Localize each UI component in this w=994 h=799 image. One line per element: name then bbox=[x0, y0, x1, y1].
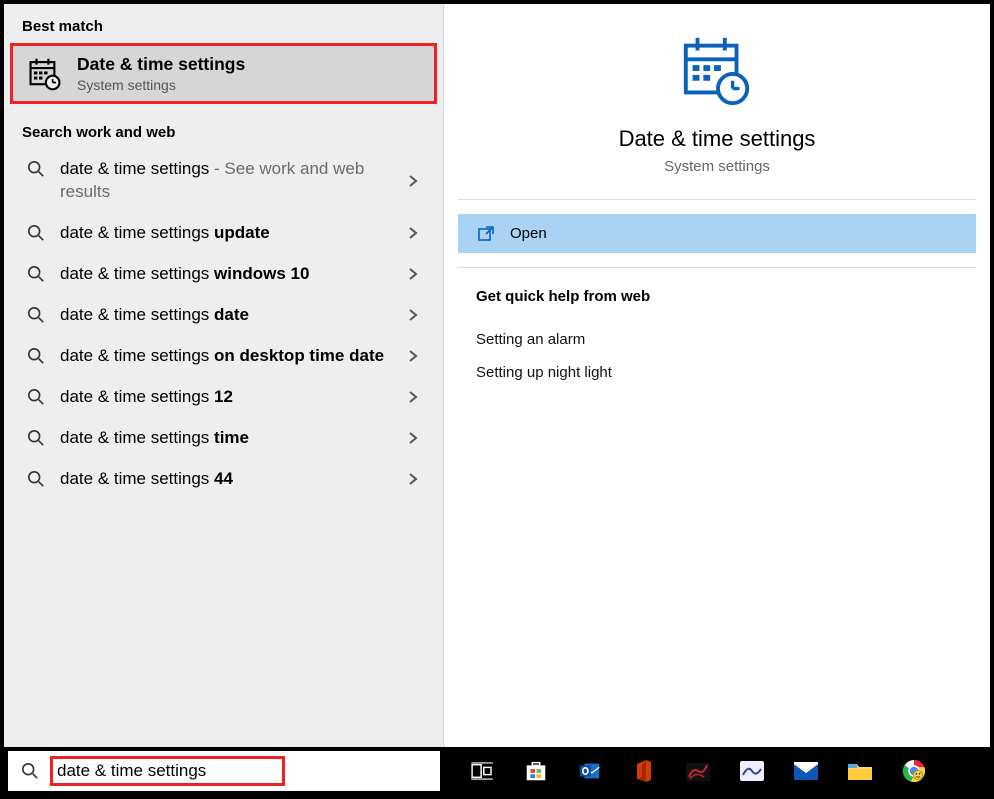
chevron-right-icon bbox=[401, 267, 425, 281]
search-suggestion[interactable]: date & time settings on desktop time dat… bbox=[10, 336, 437, 377]
quick-help-header: Get quick help from web bbox=[476, 288, 958, 305]
search-icon bbox=[22, 158, 50, 178]
chevron-right-icon bbox=[401, 226, 425, 240]
search-suggestion[interactable]: date & time settings 12 bbox=[10, 377, 437, 418]
search-suggestions-list: date & time settings - See work and web … bbox=[4, 149, 443, 499]
best-match-title: Date & time settings bbox=[77, 54, 245, 75]
generic-app-icon[interactable] bbox=[728, 749, 776, 793]
chrome-icon[interactable] bbox=[890, 749, 938, 793]
chevron-right-icon bbox=[401, 349, 425, 363]
suggestion-text: date & time settings update bbox=[60, 222, 401, 245]
preview-title: Date & time settings bbox=[619, 126, 816, 152]
suggestion-text: date & time settings date bbox=[60, 304, 401, 327]
quick-help-section: Get quick help from web Setting an alarm… bbox=[444, 268, 990, 409]
chevron-right-icon bbox=[401, 390, 425, 404]
search-section-header: Search work and web bbox=[4, 110, 443, 149]
search-suggestion[interactable]: date & time settings time bbox=[10, 418, 437, 459]
suggestion-text: date & time settings on desktop time dat… bbox=[60, 345, 401, 368]
microsoft-store-icon[interactable] bbox=[512, 749, 560, 793]
search-input[interactable] bbox=[57, 761, 278, 781]
search-suggestion[interactable]: date & time settings update bbox=[10, 213, 437, 254]
preview-hero: Date & time settings System settings bbox=[444, 4, 990, 199]
chevron-right-icon bbox=[401, 308, 425, 322]
suggestion-text: date & time settings 12 bbox=[60, 386, 401, 409]
search-suggestion[interactable]: date & time settings date bbox=[10, 295, 437, 336]
best-match-result[interactable]: Date & time settings System settings bbox=[10, 43, 437, 104]
suggestion-text: date & time settings windows 10 bbox=[60, 263, 401, 286]
outlook-icon[interactable] bbox=[566, 749, 614, 793]
suggestion-text: date & time settings 44 bbox=[60, 468, 401, 491]
dragon-app-icon[interactable] bbox=[674, 749, 722, 793]
search-icon bbox=[22, 468, 50, 488]
quick-help-link[interactable]: Setting an alarm bbox=[476, 323, 958, 356]
suggestion-text: date & time settings - See work and web … bbox=[60, 158, 401, 204]
search-suggestion[interactable]: date & time settings - See work and web … bbox=[10, 149, 437, 213]
divider bbox=[458, 199, 976, 200]
taskbar-search-box[interactable] bbox=[8, 751, 440, 791]
open-external-icon bbox=[478, 226, 496, 242]
suggestion-text: date & time settings time bbox=[60, 427, 401, 450]
date-time-large-icon bbox=[678, 32, 756, 110]
taskbar bbox=[4, 747, 990, 795]
best-match-header: Best match bbox=[4, 4, 443, 43]
search-icon bbox=[22, 386, 50, 406]
preview-panel: Date & time settings System settings Ope… bbox=[444, 4, 990, 747]
mail-icon[interactable] bbox=[782, 749, 830, 793]
search-icon bbox=[22, 427, 50, 447]
search-icon bbox=[22, 345, 50, 365]
chevron-right-icon bbox=[401, 472, 425, 486]
search-icon bbox=[22, 222, 50, 242]
date-time-icon bbox=[27, 56, 63, 92]
search-icon bbox=[22, 263, 50, 283]
search-icon bbox=[18, 762, 42, 780]
preview-subtitle: System settings bbox=[664, 158, 770, 175]
task-view-icon[interactable] bbox=[458, 749, 506, 793]
search-results-panel: Best match bbox=[4, 4, 444, 747]
quick-help-link[interactable]: Setting up night light bbox=[476, 356, 958, 389]
chevron-right-icon bbox=[401, 431, 425, 445]
open-label: Open bbox=[510, 225, 547, 242]
search-suggestion[interactable]: date & time settings 44 bbox=[10, 459, 437, 500]
best-match-subtitle: System settings bbox=[77, 77, 245, 93]
search-suggestion[interactable]: date & time settings windows 10 bbox=[10, 254, 437, 295]
chevron-right-icon bbox=[401, 174, 425, 188]
open-button[interactable]: Open bbox=[458, 214, 976, 253]
file-explorer-icon[interactable] bbox=[836, 749, 884, 793]
search-icon bbox=[22, 304, 50, 324]
office-icon[interactable] bbox=[620, 749, 668, 793]
